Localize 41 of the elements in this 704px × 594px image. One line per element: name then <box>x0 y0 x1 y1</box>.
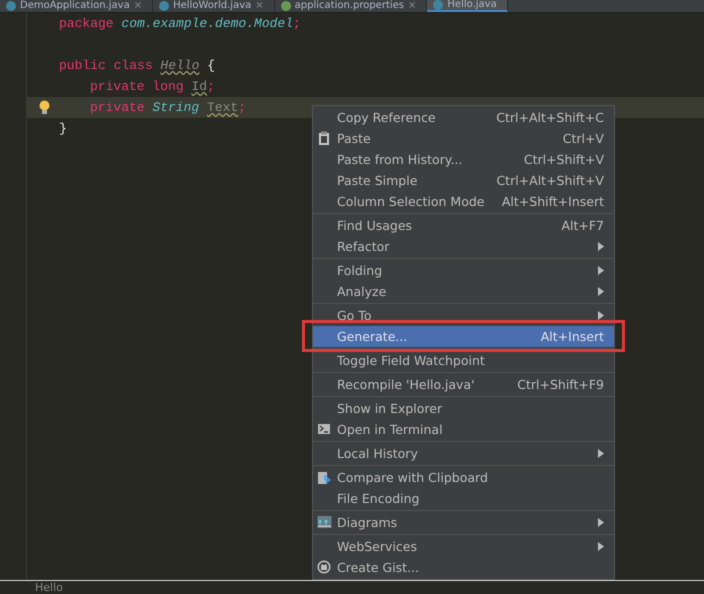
editor-tab[interactable]: HelloWorld.java × <box>153 0 275 12</box>
leaf-icon <box>280 1 291 11</box>
menu-item[interactable]: Paste Simple Ctrl+Alt+Shift+V <box>313 170 614 191</box>
menu-item[interactable]: Show in Explorer <box>313 398 614 419</box>
menu-item[interactable]: Folding <box>313 260 614 281</box>
code-line: } <box>59 120 67 138</box>
menu-item[interactable]: Analyze <box>313 281 614 302</box>
breadcrumb[interactable]: Hello <box>35 581 63 594</box>
code-line: private long Id; <box>90 78 215 96</box>
clipboard-icon <box>317 131 331 146</box>
menu-item[interactable]: Toggle Field Watchpoint <box>313 350 614 371</box>
menu-item[interactable]: Column Selection Mode Alt+Shift+Insert <box>313 191 614 212</box>
class-icon <box>159 1 170 11</box>
menu-item[interactable]: Compare with Clipboard <box>313 467 614 488</box>
menu-item[interactable]: Copy Reference Ctrl+Alt+Shift+C <box>313 107 614 128</box>
menu-item[interactable]: File Encoding <box>313 488 614 509</box>
code-line: package com.example.demo.Model; <box>59 15 301 33</box>
diagram-icon <box>317 515 332 529</box>
clipboard-compare-icon <box>317 470 333 485</box>
class-icon <box>6 1 16 11</box>
code-line: public class Hello { <box>59 57 216 75</box>
menu-item[interactable]: Paste from History... Ctrl+Shift+V <box>313 149 614 170</box>
terminal-icon <box>317 422 331 436</box>
menu-item[interactable]: Go To <box>313 305 614 326</box>
editor-tab[interactable]: DemoApplication.java × <box>0 0 154 12</box>
lightbulb-icon[interactable] <box>39 100 50 115</box>
menu-item[interactable]: Diagrams <box>313 512 614 533</box>
menu-item[interactable]: Recompile 'Hello.java' Ctrl+Shift+F9 <box>313 374 614 395</box>
menu-item[interactable]: Open in Terminal <box>313 419 614 440</box>
close-icon[interactable]: × <box>255 0 264 12</box>
menu-item[interactable]: Local History <box>313 443 614 464</box>
menu-item[interactable]: Refactor <box>313 236 614 257</box>
close-icon[interactable]: × <box>134 0 142 12</box>
close-icon[interactable]: × <box>408 0 416 12</box>
menu-item[interactable]: Create Gist... <box>313 557 614 578</box>
menu-item[interactable]: WebServices <box>313 536 614 557</box>
menu-item[interactable]: Paste Ctrl+V <box>313 128 614 149</box>
class-icon <box>433 0 444 10</box>
menu-item[interactable]: Generate... Alt+Insert <box>313 326 614 347</box>
menu-item[interactable]: Find Usages Alt+F7 <box>313 215 614 236</box>
code-line: private String Text; <box>90 99 246 117</box>
